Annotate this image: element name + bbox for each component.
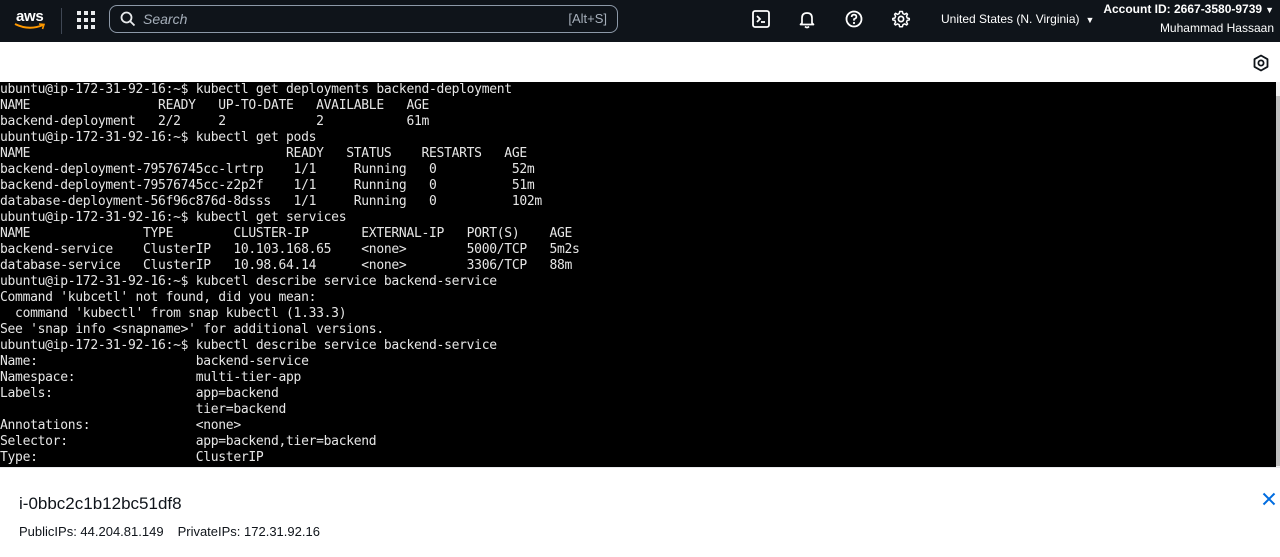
- nav-divider: [61, 8, 62, 34]
- help-icon[interactable]: [844, 9, 864, 29]
- close-icon[interactable]: [1262, 492, 1276, 506]
- bell-icon[interactable]: [797, 9, 817, 29]
- user-name: Muhammad Hassaan: [1159, 21, 1274, 35]
- caret-down-icon: ▼: [1265, 5, 1274, 15]
- private-ips: PrivateIPs: 172.31.92.16: [177, 524, 320, 539]
- terminal-output: ubuntu@ip-172-31-92-16:~$ kubectl get de…: [0, 82, 580, 465]
- search-shortcut-hint: [Alt+S]: [568, 11, 607, 26]
- instance-id: i-0bbc2c1b12bc51df8: [19, 494, 182, 513]
- account-id: Account ID: 2667-3580-9739: [1103, 2, 1263, 16]
- terminal-window[interactable]: ubuntu@ip-172-31-92-16:~$ kubectl get de…: [0, 82, 1276, 467]
- caret-down-icon: ▼: [1085, 15, 1095, 25]
- instance-ips: PublicIPs: 44.204.81.149 PrivateIPs: 172.…: [19, 524, 320, 539]
- account-menu[interactable]: Account ID: 2667-3580-9739 ▼ Muhammad Has…: [1103, 2, 1274, 35]
- cloudshell-icon[interactable]: [751, 9, 771, 29]
- region-label: United States (N. Virginia): [941, 12, 1080, 26]
- terminal-scrollbar-thumb[interactable]: [1276, 96, 1280, 466]
- aws-logo[interactable]: aws: [14, 6, 48, 34]
- settings-gear-icon[interactable]: [891, 9, 911, 29]
- region-selector[interactable]: United States (N. Virginia) ▼: [941, 12, 1094, 26]
- search-box[interactable]: [Alt+S]: [109, 5, 618, 33]
- instance-info-panel: i-0bbc2c1b12bc51df8 PublicIPs: 44.204.81…: [0, 467, 1280, 557]
- search-input[interactable]: [143, 9, 523, 29]
- session-settings-icon[interactable]: [1252, 54, 1270, 72]
- search-icon: [120, 11, 136, 27]
- public-ips: PublicIPs: 44.204.81.149: [19, 524, 164, 539]
- services-menu-icon[interactable]: [77, 11, 95, 29]
- aws-smile-icon: [14, 23, 46, 30]
- top-navigation-bar: aws [Alt+S]: [0, 0, 1280, 42]
- session-toolbar: [0, 42, 1280, 82]
